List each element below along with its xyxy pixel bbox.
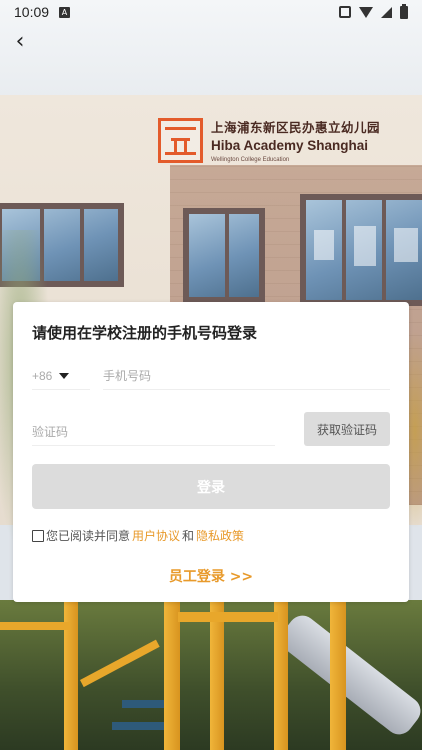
playground-step [122,700,164,708]
status-time: 10:09 [14,4,50,20]
notification-a-icon: A [59,6,71,18]
building-window [300,194,422,306]
battery-icon [400,3,408,19]
agreement-prefix: 您已阅读并同意 [46,529,131,543]
privacy-policy-link[interactable]: 隐私政策 [196,527,244,544]
country-code-selector[interactable]: +86 [32,362,90,390]
playground-post [210,602,224,750]
building-window [183,208,265,303]
school-name-cn: 上海浦东新区民办惠立幼儿园 [211,120,381,135]
agreement-checkbox[interactable] [32,529,44,542]
school-emblem-icon [158,117,203,163]
agreement-row: 您已阅读并同意 用户协议 和 隐私政策 [32,527,246,544]
school-logo: 上海浦东新区民办惠立幼儿园 Hiba Academy Shanghai Well… [158,117,380,163]
caret-down-icon [59,372,70,379]
playground-post [330,602,346,750]
agreement-and: 和 [182,529,195,543]
school-name-en: Hiba Academy Shanghai [211,138,369,153]
playground-step [112,722,164,730]
school-subtitle: Wellington College Education [211,157,290,163]
phone-number-input[interactable] [103,362,390,390]
login-card: 请使用在学校注册的手机号码登录 +86 获取验证码 登录 您已阅读并同意 用户协… [13,302,409,602]
playground-rail [178,612,278,622]
playground-post [274,602,288,750]
playground-rail [0,622,70,630]
signal-icon [381,6,392,18]
vibrate-icon [339,6,351,18]
wifi-icon [359,6,373,18]
status-bar: 10:09 A [0,0,422,24]
verification-code-input[interactable] [32,418,275,446]
get-code-button[interactable]: 获取验证码 [304,412,390,446]
country-code-value: +86 [32,368,53,383]
staff-login-link[interactable]: 员工登录 >> [13,566,409,586]
login-title: 请使用在学校注册的手机号码登录 [32,324,258,342]
chevron-left-icon: ‹ [15,29,25,54]
playground-post [164,602,180,750]
login-button[interactable]: 登录 [32,464,390,509]
user-agreement-link[interactable]: 用户协议 [132,527,180,544]
back-button[interactable]: ‹ [8,30,32,54]
